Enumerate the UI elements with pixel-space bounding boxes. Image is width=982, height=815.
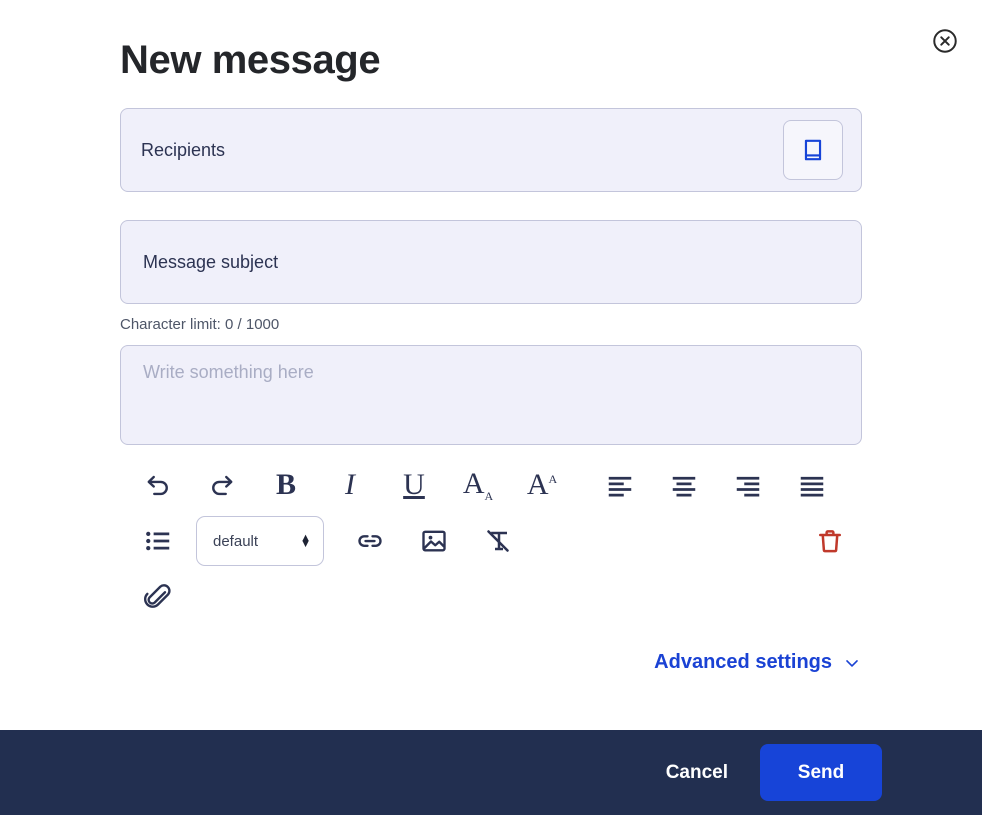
italic-icon: I bbox=[345, 468, 355, 501]
address-book-button[interactable] bbox=[783, 120, 843, 180]
toolbar-row-attachment bbox=[120, 569, 862, 625]
insert-link-button[interactable] bbox=[338, 517, 402, 565]
redo-button[interactable] bbox=[190, 461, 254, 509]
stepper-arrows-icon: ▲ ▼ bbox=[300, 532, 311, 550]
subject-field[interactable]: Message subject bbox=[120, 220, 862, 304]
page-title: New message bbox=[120, 38, 381, 82]
font-select-value: default bbox=[213, 532, 259, 550]
recipients-field[interactable]: Recipients bbox=[120, 108, 862, 192]
link-icon bbox=[358, 535, 382, 547]
message-body-input[interactable]: Write something here bbox=[143, 362, 314, 383]
image-icon bbox=[422, 530, 446, 552]
bold-button[interactable]: B bbox=[254, 461, 318, 509]
insert-image-button[interactable] bbox=[402, 517, 466, 565]
bullet-list-button[interactable] bbox=[126, 517, 190, 565]
trash-icon bbox=[819, 530, 841, 553]
underline-icon: U bbox=[403, 468, 425, 501]
redo-icon bbox=[212, 475, 233, 496]
character-limit-label: Character limit: 0 / 1000 bbox=[120, 316, 280, 333]
align-center-icon bbox=[672, 476, 696, 497]
send-button[interactable]: Send bbox=[760, 744, 882, 801]
toolbar-row-formatting: B I U AA AA bbox=[120, 457, 862, 513]
editor-toolbar: B I U AA AA default ▲ ▼ bbox=[120, 457, 862, 625]
align-right-button[interactable] bbox=[716, 461, 780, 509]
undo-icon bbox=[147, 475, 168, 496]
advanced-settings-label: Advanced settings bbox=[654, 651, 832, 673]
bullet-list-icon bbox=[146, 531, 170, 551]
attach-file-button[interactable] bbox=[126, 573, 190, 621]
increase-font-size-button[interactable]: AA bbox=[510, 461, 574, 509]
toolbar-row-insert: default ▲ ▼ bbox=[120, 513, 862, 569]
delete-button[interactable] bbox=[798, 517, 862, 565]
align-right-icon bbox=[736, 476, 760, 497]
underline-button[interactable]: U bbox=[382, 461, 446, 509]
clear-formatting-icon bbox=[487, 530, 509, 552]
dialog-footer: Cancel Send bbox=[0, 730, 982, 815]
paperclip-icon bbox=[144, 584, 171, 608]
cancel-button[interactable]: Cancel bbox=[654, 752, 740, 794]
font-increase-icon: AA bbox=[526, 468, 558, 501]
align-center-button[interactable] bbox=[652, 461, 716, 509]
align-left-button[interactable] bbox=[588, 461, 652, 509]
bold-icon: B bbox=[275, 468, 296, 501]
font-select[interactable]: default ▲ ▼ bbox=[196, 516, 324, 566]
message-body-field[interactable]: Write something here bbox=[120, 345, 862, 445]
subject-input[interactable]: Message subject bbox=[143, 252, 278, 273]
clear-formatting-button[interactable] bbox=[466, 517, 530, 565]
address-book-icon bbox=[804, 139, 822, 161]
align-justify-icon bbox=[800, 476, 824, 497]
undo-button[interactable] bbox=[126, 461, 190, 509]
advanced-settings-toggle[interactable]: Advanced settings bbox=[654, 651, 862, 674]
decrease-font-size-button[interactable]: AA bbox=[446, 461, 510, 509]
advanced-settings-row: Advanced settings bbox=[120, 651, 862, 674]
italic-button[interactable]: I bbox=[318, 461, 382, 509]
new-message-dialog: New message Recipients Message subject C… bbox=[0, 0, 982, 730]
recipients-input[interactable]: Recipients bbox=[141, 140, 225, 161]
chevron-down-icon bbox=[846, 659, 858, 667]
align-justify-button[interactable] bbox=[780, 461, 844, 509]
align-left-icon bbox=[608, 476, 632, 497]
font-decrease-icon: AA bbox=[462, 466, 494, 503]
